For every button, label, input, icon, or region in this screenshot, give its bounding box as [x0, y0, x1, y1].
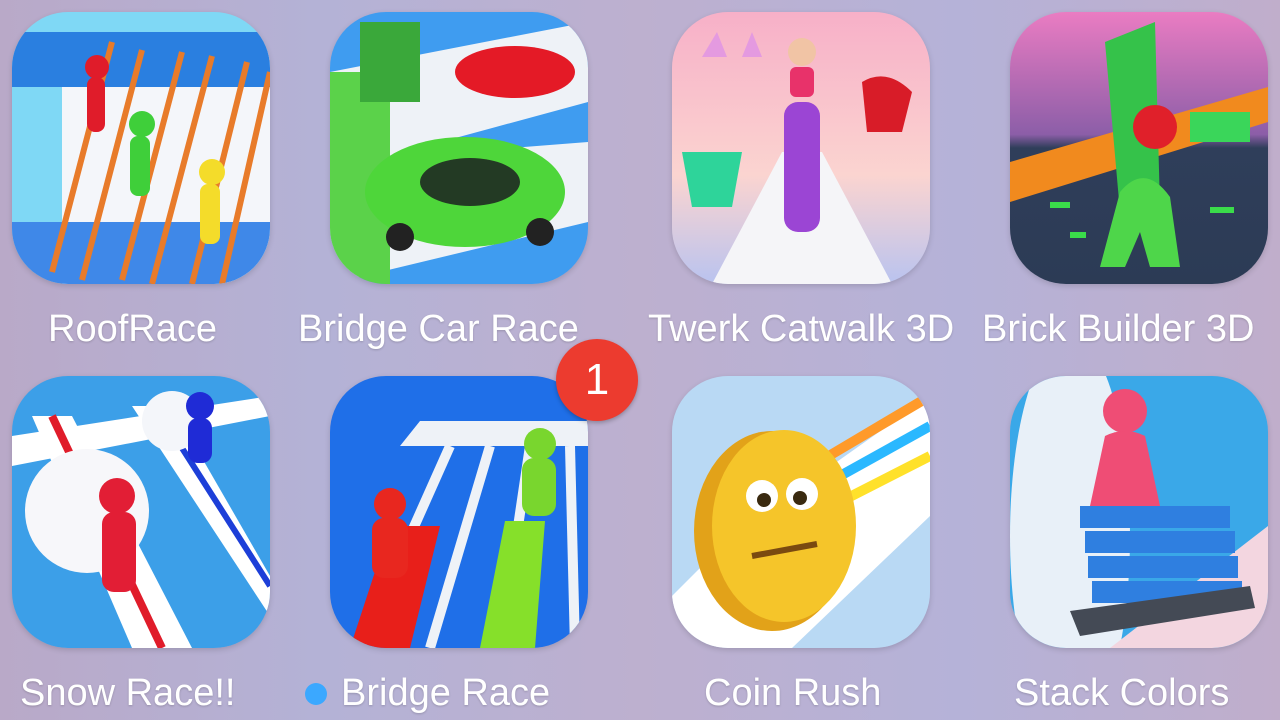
app-name-label: Bridge Car Race: [298, 308, 579, 350]
stack-colors-app-icon[interactable]: [1010, 376, 1268, 648]
new-install-dot: [305, 683, 327, 705]
coin-rush-app-icon[interactable]: [672, 376, 930, 648]
app-name-label: Twerk Catwalk 3D: [648, 308, 955, 350]
brick-builder-app-icon[interactable]: [1010, 12, 1268, 284]
snow-race-app-icon[interactable]: [12, 376, 270, 648]
bridge-race-app-icon[interactable]: [330, 376, 588, 648]
bridge-car-race-app-icon[interactable]: [330, 12, 588, 284]
app-name-label: Stack Colors: [1014, 672, 1230, 714]
twerk-catwalk-app-icon[interactable]: [672, 12, 930, 284]
app-name-label: Brick Builder 3D: [982, 308, 1255, 350]
roofrace-app-icon[interactable]: [12, 12, 270, 284]
app-name-label: Coin Rush: [704, 672, 882, 714]
app-name-label: Bridge Race: [341, 672, 551, 714]
app-name-label: Snow Race!!: [20, 672, 236, 714]
notification-badge: 1: [556, 339, 638, 421]
app-name-label: RoofRace: [48, 308, 217, 350]
